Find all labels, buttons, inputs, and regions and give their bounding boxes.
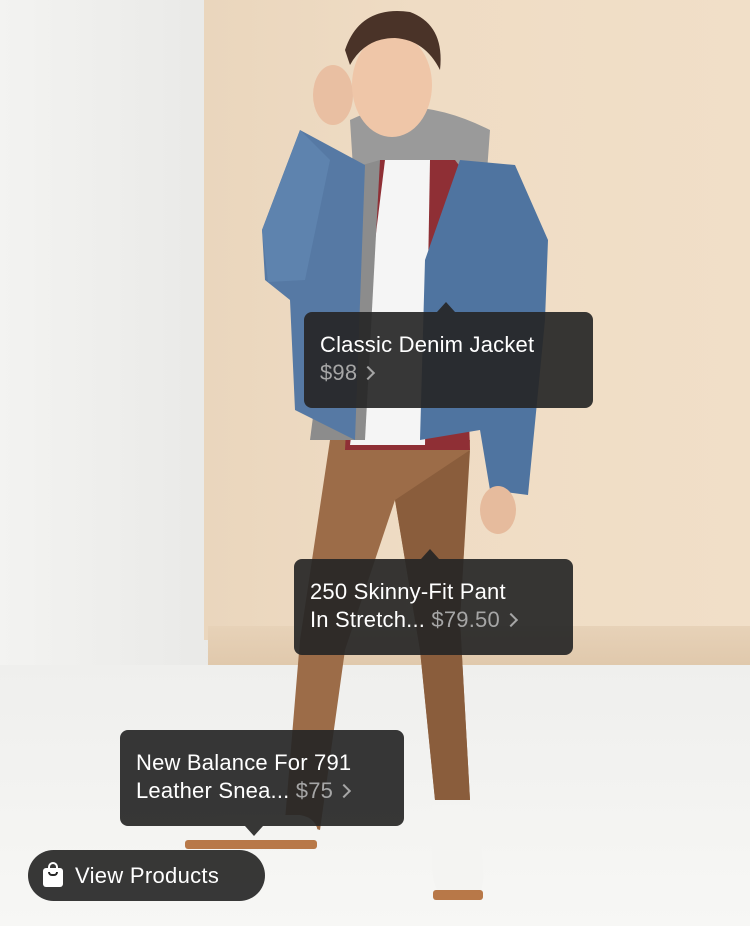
view-products-label: View Products bbox=[75, 862, 220, 888]
product-tag-sneaker[interactable]: New Balance For 791 Leather Snea... $75 bbox=[120, 730, 404, 836]
product-name-continued: In Stretch... bbox=[310, 607, 426, 632]
chevron-right-icon bbox=[337, 783, 352, 799]
product-price-row: In Stretch... $79.50 bbox=[310, 606, 557, 634]
product-price: $79.50 bbox=[431, 607, 500, 632]
product-name: New Balance For 791 bbox=[136, 750, 352, 775]
product-name-continued: Leather Snea... bbox=[136, 778, 290, 803]
product-photo-screen: Classic Denim Jacket $98 250 Skinny-Fit … bbox=[0, 0, 750, 926]
shopping-bag-icon bbox=[43, 862, 63, 887]
product-tag-skinny-pant[interactable]: 250 Skinny-Fit Pant In Stretch... $79.50 bbox=[294, 549, 573, 655]
chevron-right-icon bbox=[503, 612, 518, 628]
product-tag-denim-jacket[interactable]: Classic Denim Jacket $98 bbox=[304, 302, 593, 408]
product-price: $98 bbox=[320, 360, 358, 385]
product-name: 250 Skinny-Fit Pant bbox=[310, 579, 506, 604]
chevron-right-icon bbox=[361, 365, 376, 381]
product-price: $75 bbox=[295, 778, 334, 803]
view-products-button[interactable]: View Products bbox=[28, 850, 265, 901]
product-price-row: $98 bbox=[320, 359, 577, 387]
product-name: Classic Denim Jacket bbox=[320, 332, 535, 357]
product-price-row: Leather Snea... $75 bbox=[136, 777, 388, 805]
